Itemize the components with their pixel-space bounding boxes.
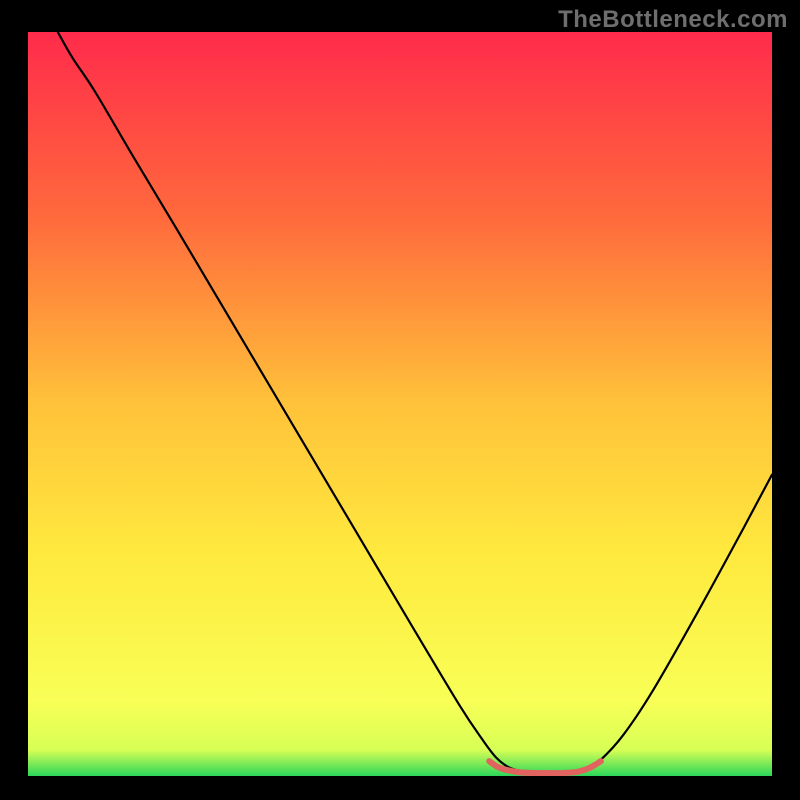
chart-svg <box>28 32 772 776</box>
chart-frame: TheBottleneck.com <box>0 0 800 800</box>
gradient-background <box>28 32 772 776</box>
plot-area <box>28 32 772 776</box>
watermark-text: TheBottleneck.com <box>558 6 788 34</box>
